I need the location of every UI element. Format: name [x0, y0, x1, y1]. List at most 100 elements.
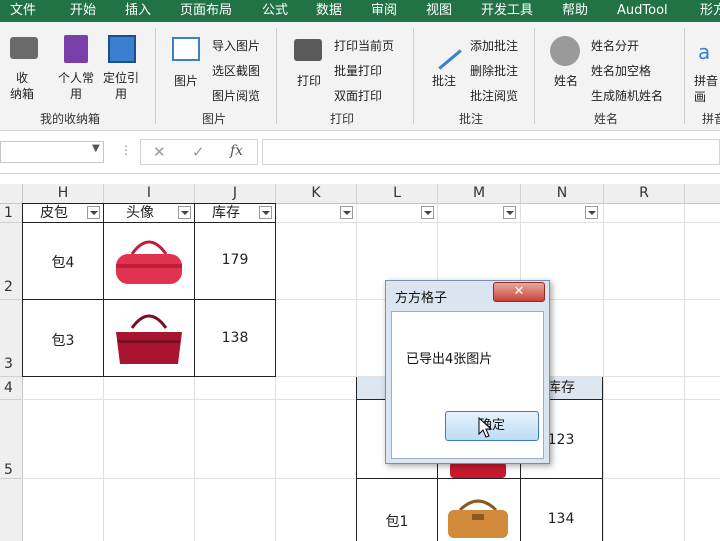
tab-audtool[interactable]: AudTool — [617, 0, 668, 22]
select-all-corner[interactable] — [0, 184, 23, 204]
enter-icon[interactable]: ✓ — [192, 143, 205, 161]
header-cell-avatar[interactable]: 头像 — [104, 204, 176, 222]
group-separator — [684, 28, 685, 124]
group-separator — [413, 28, 414, 124]
tab-formulas[interactable]: 公式 — [262, 0, 288, 22]
filter-dropdown-icon[interactable] — [259, 206, 272, 219]
filter-dropdown-icon[interactable] — [87, 206, 100, 219]
column-header-i[interactable]: I — [104, 184, 195, 204]
column-header-l[interactable]: L — [357, 184, 438, 204]
cancel-icon[interactable]: ✕ — [153, 143, 166, 161]
table-cell[interactable]: 包3 — [23, 330, 103, 350]
column-header-j[interactable]: J — [195, 184, 276, 204]
pinyin-button[interactable]: 拼音 — [694, 72, 718, 89]
row-header-5[interactable]: 5 — [0, 400, 23, 479]
dialog-message: 已导出4张图片 — [406, 352, 493, 367]
print-current-page-item[interactable]: 打印当前页 — [334, 37, 394, 54]
storage-box-button[interactable]: 收 纳箱 — [10, 70, 34, 102]
tab-home[interactable]: 开始 — [70, 0, 96, 22]
table-border — [22, 222, 276, 223]
split-name-item[interactable]: 姓名分开 — [591, 37, 639, 54]
table-cell[interactable]: 134 — [521, 511, 601, 527]
image-button[interactable]: 图片 — [174, 72, 198, 89]
table-border — [22, 376, 276, 377]
personal-common-button[interactable]: 个人常 用 — [58, 70, 94, 102]
toolbox-icon[interactable] — [10, 37, 38, 59]
delete-comment-item[interactable]: 删除批注 — [470, 62, 518, 79]
name-button[interactable]: 姓名 — [554, 72, 578, 89]
table-cell[interactable]: 包4 — [23, 252, 103, 272]
column-header-next[interactable] — [685, 184, 720, 204]
tab-fangfang[interactable]: 形方 — [700, 0, 720, 22]
group-label-pinyin: 拼音 — [702, 112, 720, 126]
tab-help[interactable]: 帮助 — [562, 0, 588, 22]
table-border — [275, 203, 276, 377]
name-box[interactable] — [0, 141, 104, 163]
group-label-storage: 我的收纳箱 — [40, 112, 101, 126]
print-button[interactable]: 打印 — [297, 72, 321, 89]
tab-data[interactable]: 数据 — [316, 0, 342, 22]
column-header-m[interactable]: M — [438, 184, 521, 204]
table-border — [356, 478, 602, 479]
tan-handbag-image[interactable] — [440, 492, 516, 540]
table-cell[interactable]: 包1 — [357, 511, 437, 531]
table-border — [103, 203, 104, 377]
table-cell[interactable]: 138 — [195, 330, 275, 346]
import-image-item[interactable]: 导入图片 — [212, 37, 260, 54]
burgundy-handbag-image[interactable] — [110, 306, 188, 370]
tab-review[interactable]: 审阅 — [371, 0, 397, 22]
add-comment-item[interactable]: 添加批注 — [470, 37, 518, 54]
row-header-3[interactable]: 3 — [0, 300, 23, 377]
row-header-4[interactable]: 4 — [0, 377, 23, 400]
person-avatar-icon[interactable] — [550, 36, 580, 66]
group-label-print: 打印 — [330, 112, 355, 126]
insert-function-icon[interactable]: fx — [230, 143, 243, 159]
header-cell-bag[interactable]: 皮包 — [23, 204, 85, 222]
filter-dropdown-icon[interactable] — [421, 206, 434, 219]
table-cell[interactable]: 179 — [195, 252, 275, 268]
column-header-h[interactable]: H — [23, 184, 104, 204]
header-cell-stock[interactable]: 库存 — [195, 204, 257, 222]
filter-dropdown-icon[interactable] — [340, 206, 353, 219]
dialog-body: 已导出4张图片 确定 — [391, 311, 544, 459]
comment-button[interactable]: 批注 — [432, 72, 456, 89]
tab-file[interactable]: 文件 — [10, 0, 36, 22]
row-header-1[interactable]: 1 — [0, 204, 23, 223]
column-header-r[interactable]: R — [604, 184, 685, 204]
image-preview-item[interactable]: 图片阅览 — [212, 87, 260, 104]
table-border — [602, 377, 603, 541]
pinyin-icon[interactable]: a — [698, 40, 710, 64]
tab-view[interactable]: 视图 — [426, 0, 452, 22]
image-icon[interactable] — [172, 37, 200, 61]
tab-page-layout[interactable]: 页面布局 — [180, 0, 232, 22]
ribbon-panel: 收 纳箱 个人常 用 定位引 用 我的收纳箱 图片 导入图片 选区截图 图片阅览… — [0, 22, 720, 131]
row-header-2[interactable]: 2 — [0, 223, 23, 300]
dialog-title: 方方格子 — [395, 291, 448, 306]
filter-dropdown-icon[interactable] — [503, 206, 516, 219]
printer-icon[interactable] — [294, 39, 322, 61]
group-separator — [155, 28, 156, 124]
group-label-name: 姓名 — [594, 112, 619, 126]
column-header-n[interactable]: N — [521, 184, 604, 204]
column-header-k[interactable]: K — [276, 184, 357, 204]
tab-insert[interactable]: 插入 — [125, 0, 151, 22]
filter-dropdown-icon[interactable] — [585, 206, 598, 219]
name-box-dropdown-icon[interactable]: ▼ — [92, 143, 100, 154]
tab-developer[interactable]: 开发工具 — [481, 0, 533, 22]
comment-preview-item[interactable]: 批注阅览 — [470, 87, 518, 104]
duplex-print-item[interactable]: 双面打印 — [334, 87, 382, 104]
name-add-space-item[interactable]: 姓名加空格 — [591, 62, 651, 79]
filter-dropdown-icon[interactable] — [178, 206, 191, 219]
batch-print-item[interactable]: 批量打印 — [334, 62, 382, 79]
personal-icon[interactable] — [64, 35, 88, 63]
row-header-6[interactable] — [0, 479, 23, 541]
pencil-icon[interactable] — [422, 30, 462, 70]
selection-screenshot-item[interactable]: 选区截图 — [212, 62, 260, 79]
locate-reference-icon[interactable] — [108, 35, 136, 63]
red-handbag-image[interactable] — [112, 234, 186, 290]
dialog-close-button[interactable]: ✕ — [493, 282, 545, 302]
formula-input[interactable] — [262, 139, 720, 165]
table-border — [22, 203, 23, 377]
locate-reference-button[interactable]: 定位引 用 — [103, 70, 139, 102]
random-name-item[interactable]: 生成随机姓名 — [591, 87, 663, 104]
